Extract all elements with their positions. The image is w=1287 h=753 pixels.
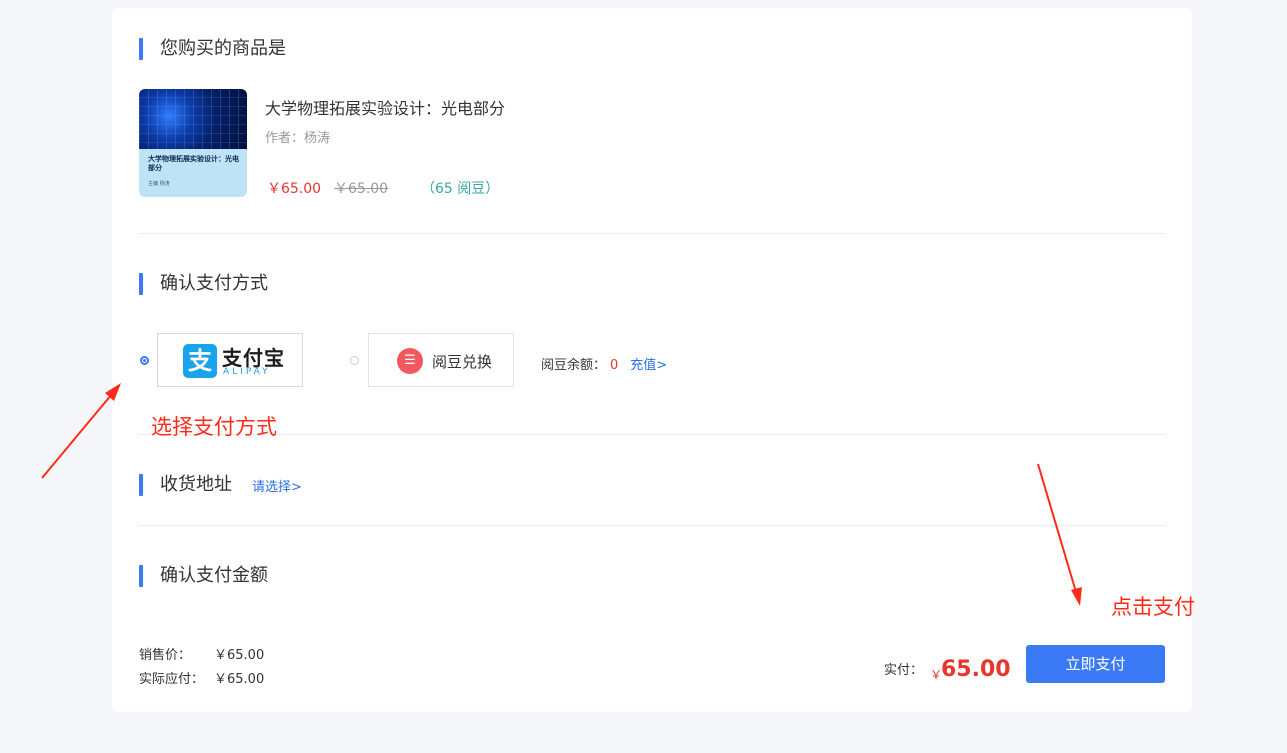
annotation-click-pay: 点击支付 (1111, 595, 1195, 619)
annotation-arrows (41, 383, 1082, 606)
annotation-choose-payment: 选择支付方式 (151, 415, 277, 439)
annotation-arrow-pay (1037, 463, 1082, 606)
annotation-arrow-payment (41, 383, 121, 479)
